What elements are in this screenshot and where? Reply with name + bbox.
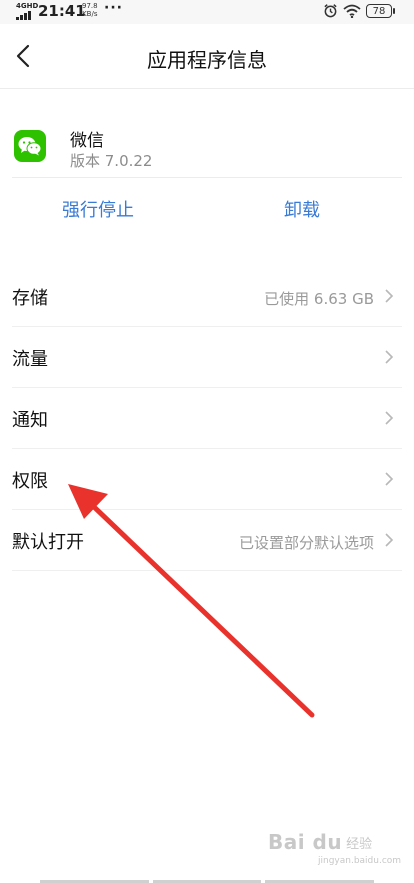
list-item-label: 默认打开 — [12, 532, 84, 553]
list-item-label: 权限 — [12, 471, 48, 492]
list-item-label: 存储 — [12, 288, 48, 309]
baidu-watermark: Bai du 经验 — [268, 830, 372, 854]
page-title: 应用程序信息 — [147, 48, 267, 72]
chevron-right-icon — [385, 472, 394, 486]
list-item-value: 已使用 6.63 GB — [264, 290, 374, 308]
list-item-open-by-default[interactable]: 默认打开 已设置部分默认选项 — [0, 510, 414, 571]
wechat-logo-icon — [18, 137, 42, 156]
list-item-storage[interactable]: 存储 已使用 6.63 GB — [0, 266, 414, 327]
status-icons: 78 — [323, 3, 395, 18]
list-item-notifications[interactable]: 通知 — [0, 388, 414, 449]
clock: 21:41 — [38, 2, 86, 20]
list-item-label: 流量 — [12, 349, 48, 370]
list-item-label: 通知 — [12, 410, 48, 431]
chevron-right-icon — [385, 533, 394, 547]
wifi-icon — [343, 4, 361, 18]
wechat-app-icon — [14, 130, 46, 162]
status-bar: 4GHD 21:41 97.8 KB/s ··· 78 — [0, 0, 414, 24]
uninstall-button[interactable]: 卸载 — [284, 196, 320, 222]
list-item-permissions[interactable]: 权限 — [0, 449, 414, 510]
network-type: 4GHD — [16, 2, 39, 10]
app-bar: 应用程序信息 — [0, 24, 414, 88]
chevron-right-icon — [385, 289, 394, 303]
info-divider — [12, 177, 402, 178]
chevron-right-icon — [385, 411, 394, 425]
more-notifications-icon: ··· — [104, 0, 123, 16]
watermark-url: jingyan.baidu.com — [318, 856, 402, 866]
header-divider — [0, 88, 414, 89]
list-item-data-usage[interactable]: 流量 — [0, 327, 414, 388]
app-name: 微信 — [70, 131, 104, 151]
alarm-icon — [324, 4, 337, 18]
signal-icon — [16, 11, 31, 20]
watermark-text: 经验 — [346, 836, 373, 852]
settings-list: 存储 已使用 6.63 GB 流量 通知 权限 默认打开 已设置部分默认选项 — [0, 266, 414, 571]
network-speed: 97.8 KB/s — [82, 2, 98, 18]
app-version: 版本 7.0.22 — [70, 152, 153, 170]
chevron-right-icon — [385, 350, 394, 364]
battery-icon: 78 — [366, 3, 395, 18]
force-stop-button[interactable]: 强行停止 — [62, 196, 134, 222]
list-item-value: 已设置部分默认选项 — [238, 534, 374, 552]
watermark-logo: Bai du — [268, 830, 343, 854]
